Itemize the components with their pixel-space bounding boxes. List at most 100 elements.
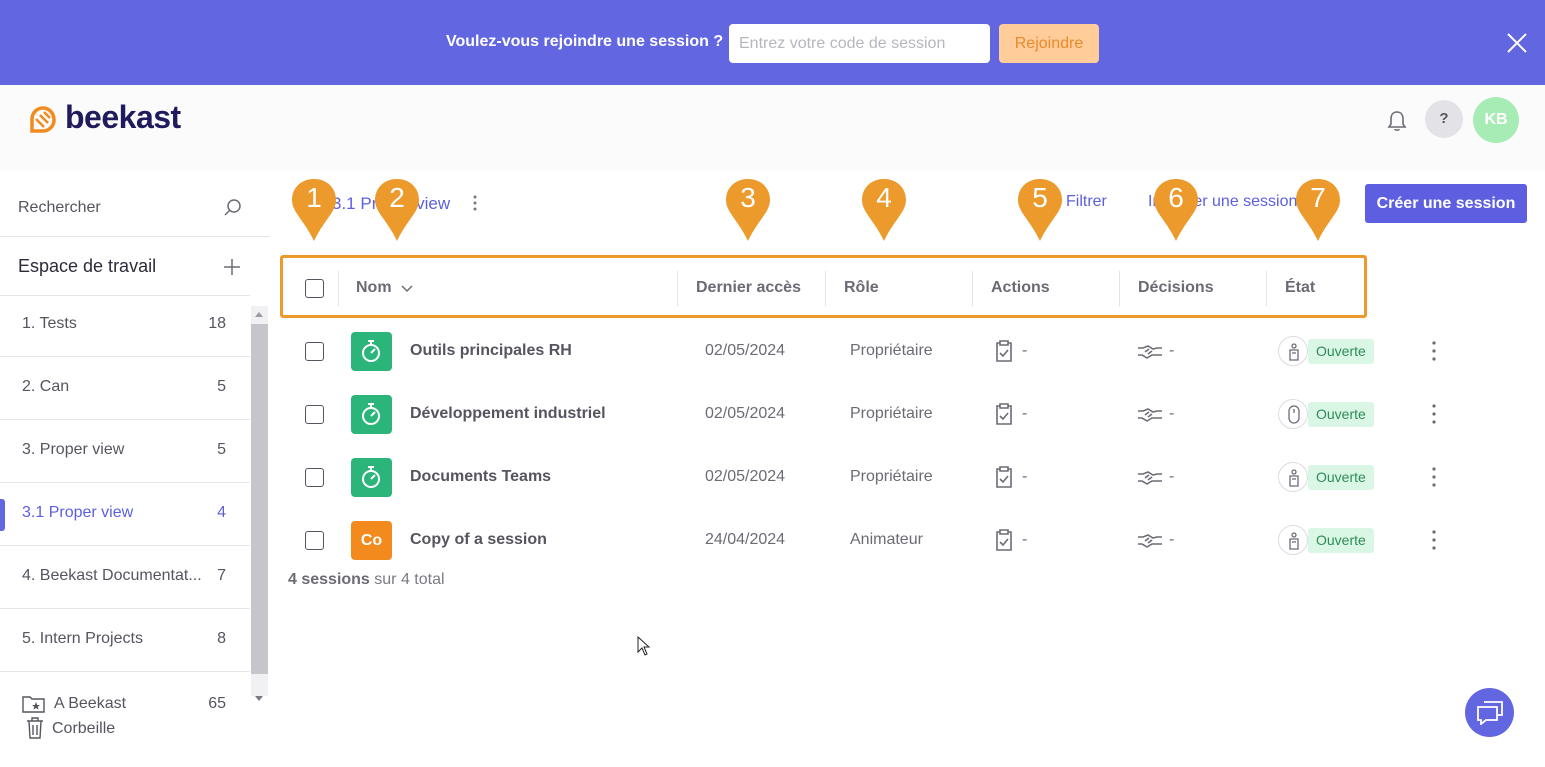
column-divider bbox=[677, 271, 678, 306]
row-menu-icon[interactable] bbox=[1428, 402, 1442, 426]
join-button[interactable]: Rejoindre bbox=[999, 24, 1099, 63]
sidebar-item-proper-view[interactable]: 3. Proper view 5 bbox=[0, 420, 250, 483]
banner-question: Voulez-vous rejoindre une session ? bbox=[446, 33, 724, 50]
column-header-actions[interactable]: Actions bbox=[991, 279, 1050, 297]
sidebar-item-intern-projects[interactable]: 5. Intern Projects 8 bbox=[0, 609, 250, 672]
presenter-icon bbox=[1289, 469, 1299, 487]
callout-number: 5 bbox=[1032, 182, 1048, 213]
handshake-icon bbox=[1138, 534, 1162, 548]
sidebar-item-favorites[interactable]: A Beekast 65 bbox=[22, 693, 232, 715]
create-session-button[interactable]: Créer une session bbox=[1365, 184, 1527, 223]
filter-button[interactable]: Filtrer bbox=[1066, 193, 1107, 211]
status-badge: Ouverte bbox=[1308, 339, 1374, 364]
session-count: 4 sessions bbox=[288, 571, 370, 588]
table-row[interactable]: Développement industriel 02/05/2024 Prop… bbox=[270, 395, 1545, 458]
column-header-state[interactable]: État bbox=[1285, 279, 1315, 297]
role-text: Propriétaire bbox=[850, 405, 933, 422]
callout-number: 1 bbox=[306, 182, 322, 213]
decisions-count: - bbox=[1169, 342, 1175, 359]
table-row[interactable]: Documents Teams 02/05/2024 Propriétaire … bbox=[270, 458, 1545, 521]
decisions-count: - bbox=[1169, 468, 1175, 485]
chat-icon bbox=[1477, 701, 1503, 725]
column-header-role[interactable]: Rôle bbox=[844, 279, 879, 297]
help-button[interactable]: ? bbox=[1425, 100, 1463, 138]
callout-number: 6 bbox=[1168, 182, 1184, 213]
sidebar-item-can[interactable]: 2. Can 5 bbox=[0, 357, 250, 420]
sidebar-search[interactable]: Rechercher bbox=[18, 199, 101, 217]
decisions-count: - bbox=[1169, 405, 1175, 422]
chevron-down-icon[interactable] bbox=[401, 285, 413, 293]
column-divider bbox=[338, 271, 339, 306]
callout-marker: 6 bbox=[1154, 179, 1198, 241]
sidebar-item-label: 3.1 Proper view bbox=[22, 504, 134, 521]
session-name[interactable]: Développement industriel bbox=[410, 405, 606, 423]
sidebar-item-count: 8 bbox=[217, 630, 226, 647]
clipboard-check-icon bbox=[996, 529, 1012, 551]
session-name[interactable]: Outils principales RH bbox=[410, 342, 572, 360]
callout-number: 7 bbox=[1310, 182, 1326, 213]
sidebar-item-label: 1. Tests bbox=[22, 315, 77, 332]
main-content: 3.1 Proper view Filtrer Importer une ses… bbox=[270, 171, 1545, 767]
sidebar-item-trash[interactable]: Corbeille bbox=[26, 717, 256, 741]
search-icon[interactable] bbox=[222, 198, 242, 218]
row-checkbox[interactable] bbox=[305, 342, 324, 361]
handshake-icon bbox=[1138, 345, 1162, 359]
table-row[interactable]: Outils principales RH 02/05/2024 Proprié… bbox=[270, 332, 1545, 395]
actions-count: - bbox=[1022, 405, 1028, 422]
sidebar-item-beekast-documentation[interactable]: 4. Beekast Documentat... 7 bbox=[0, 546, 250, 609]
callout-marker: 4 bbox=[862, 179, 906, 241]
row-checkbox[interactable] bbox=[305, 468, 324, 487]
row-menu-icon[interactable] bbox=[1428, 465, 1442, 489]
callout-marker: 1 bbox=[292, 179, 336, 241]
join-session-banner: Voulez-vous rejoindre une session ? Rejo… bbox=[0, 0, 1545, 85]
sidebar-item-label: 3. Proper view bbox=[22, 441, 125, 458]
sidebar-item-count: 18 bbox=[208, 315, 226, 332]
session-code-input[interactable] bbox=[729, 24, 990, 63]
user-avatar[interactable]: KB bbox=[1473, 97, 1519, 143]
sidebar-item-count: 5 bbox=[217, 441, 226, 458]
sidebar: Rechercher Espace de travail 1. Tests 18… bbox=[0, 171, 270, 767]
beekast-logo-icon[interactable] bbox=[28, 105, 58, 135]
state-icon bbox=[1278, 525, 1308, 555]
clipboard-check-icon bbox=[996, 340, 1012, 362]
sidebar-item-tests[interactable]: 1. Tests 18 bbox=[0, 294, 250, 357]
row-menu-icon[interactable] bbox=[1428, 339, 1442, 363]
column-header-name[interactable]: Nom bbox=[356, 279, 392, 297]
state-icon bbox=[1278, 336, 1308, 366]
sidebar-item-count: 4 bbox=[217, 504, 226, 521]
close-icon[interactable] bbox=[1503, 29, 1531, 57]
sidebar-item-label: 5. Intern Projects bbox=[22, 630, 143, 647]
column-divider bbox=[1266, 271, 1267, 306]
chat-support-button[interactable] bbox=[1465, 688, 1514, 737]
sidebar-item-count: 65 bbox=[208, 695, 226, 712]
stopwatch-icon bbox=[362, 340, 380, 362]
scroll-up-arrow-icon[interactable] bbox=[255, 312, 263, 317]
table-row[interactable]: Co Copy of a session 24/04/2024 Animateu… bbox=[270, 521, 1545, 584]
active-indicator bbox=[0, 499, 5, 531]
plus-icon[interactable] bbox=[222, 257, 242, 277]
handshake-icon bbox=[1138, 408, 1162, 422]
presenter-icon bbox=[1289, 532, 1299, 550]
column-divider bbox=[972, 271, 973, 306]
sidebar-item-proper-view-3-1[interactable]: 3.1 Proper view 4 bbox=[0, 483, 250, 546]
state-icon bbox=[1278, 462, 1308, 492]
session-name[interactable]: Documents Teams bbox=[410, 468, 551, 486]
row-checkbox[interactable] bbox=[305, 405, 324, 424]
sidebar-item-label: 2. Can bbox=[22, 378, 70, 395]
column-header-decisions[interactable]: Décisions bbox=[1138, 279, 1214, 297]
row-menu-icon[interactable] bbox=[1428, 528, 1442, 552]
bell-icon[interactable] bbox=[1386, 109, 1408, 133]
callout-marker: 2 bbox=[375, 179, 419, 241]
session-name[interactable]: Copy of a session bbox=[410, 531, 547, 549]
role-text: Animateur bbox=[850, 531, 923, 548]
brand-name[interactable]: beekast bbox=[65, 99, 181, 136]
select-all-checkbox[interactable] bbox=[305, 279, 324, 298]
row-checkbox[interactable] bbox=[305, 531, 324, 550]
callout-marker: 7 bbox=[1296, 179, 1340, 241]
more-options-icon[interactable] bbox=[473, 195, 477, 211]
scrollbar-thumb[interactable] bbox=[251, 324, 268, 674]
session-icon bbox=[351, 332, 392, 371]
column-header-last-access[interactable]: Dernier accès bbox=[696, 279, 801, 297]
scroll-down-arrow-icon[interactable] bbox=[255, 696, 263, 701]
trash-icon bbox=[27, 717, 43, 739]
